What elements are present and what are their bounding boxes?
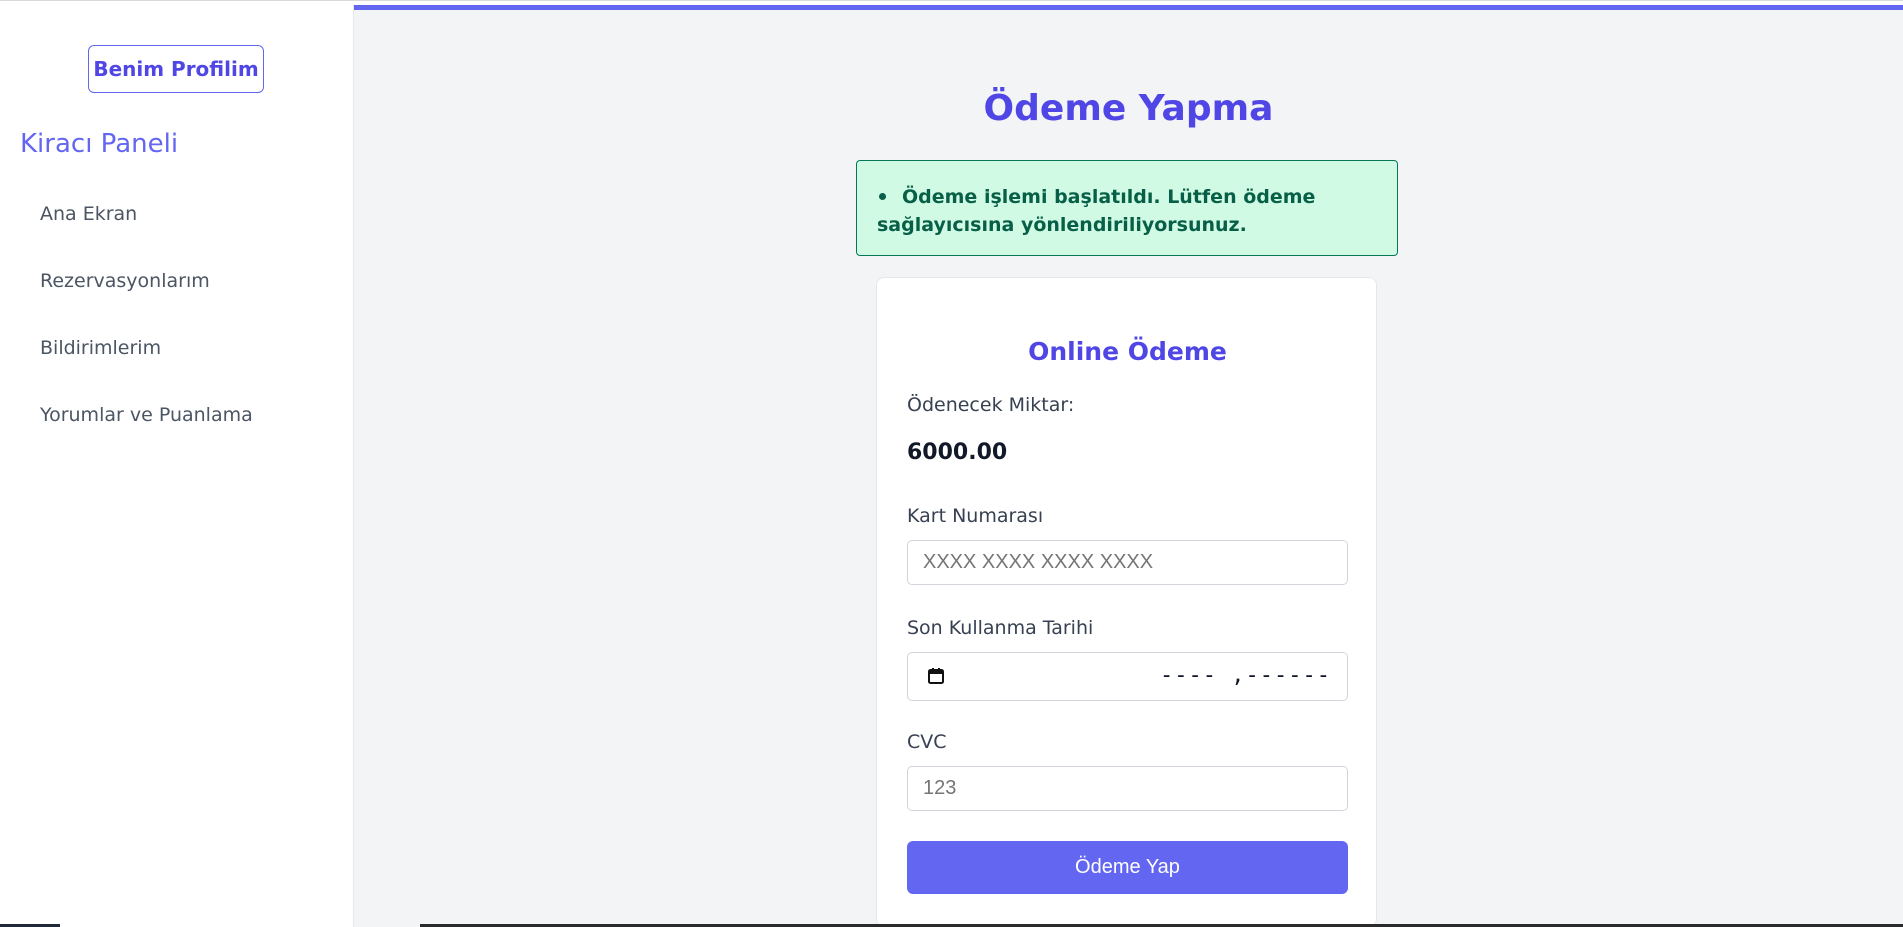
- payment-card: Online Ödeme Ödenecek Miktar: 6000.00 Ka…: [876, 277, 1377, 927]
- alert-message: Ödeme işlemi başlatıldı. Lütfen ödeme sa…: [877, 186, 1316, 236]
- main-content: Ödeme Yapma Ödeme işlemi başlatıldı. Lüt…: [354, 5, 1903, 927]
- sidebar-item-reservations[interactable]: Rezervasyonlarım: [40, 270, 210, 292]
- cvc-input[interactable]: [907, 766, 1348, 811]
- card-number-input[interactable]: [907, 540, 1348, 585]
- profile-button[interactable]: Benim Profilim: [88, 45, 264, 93]
- sidebar: Benim Profilim Kiracı Paneli Ana Ekran R…: [0, 5, 354, 927]
- card-title: Online Ödeme: [1028, 337, 1227, 366]
- bullet-icon: [879, 192, 886, 200]
- card-number-label: Kart Numarası: [907, 505, 1044, 527]
- submit-payment-button[interactable]: Ödeme Yap: [907, 841, 1348, 894]
- sidebar-title: Kiracı Paneli: [20, 129, 179, 159]
- success-alert: Ödeme işlemi başlatıldı. Lütfen ödeme sa…: [856, 160, 1398, 256]
- amount-label: Ödenecek Miktar:: [907, 394, 1075, 416]
- sidebar-item-reviews[interactable]: Yorumlar ve Puanlama: [40, 404, 253, 426]
- amount-value: 6000.00: [907, 440, 1008, 465]
- page-title: Ödeme Yapma: [983, 88, 1274, 129]
- expiry-date-input[interactable]: ---- ,------: [907, 652, 1348, 701]
- expiry-label: Son Kullanma Tarihi: [907, 617, 1094, 639]
- calendar-icon[interactable]: [927, 667, 945, 690]
- expiry-date-placeholder: ---- ,------: [1160, 663, 1331, 688]
- cvc-label: CVC: [907, 731, 947, 753]
- sidebar-item-home[interactable]: Ana Ekran: [40, 203, 137, 225]
- sidebar-item-notifications[interactable]: Bildirimlerim: [40, 337, 161, 359]
